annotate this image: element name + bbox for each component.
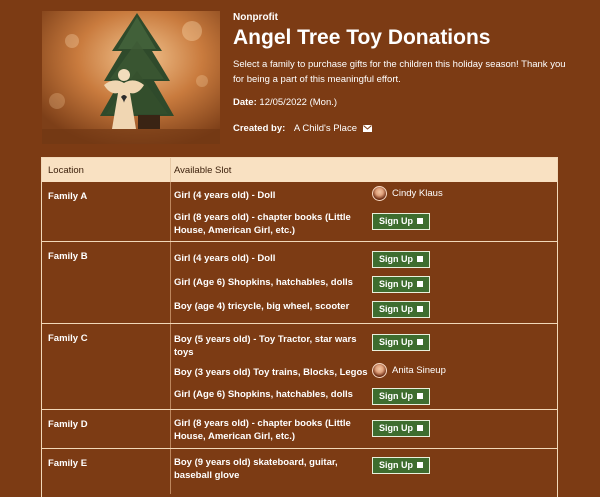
sign-up-button[interactable]: Sign Up xyxy=(372,251,430,268)
sign-up-button[interactable]: Sign Up xyxy=(372,388,430,405)
signup-table: Location Available Slot Family A Girl (4… xyxy=(41,157,558,497)
slot-description: Boy (3 years old) Toy trains, Blocks, Le… xyxy=(174,367,368,378)
sign-up-button[interactable]: Sign Up xyxy=(372,420,430,437)
date-value: 12/05/2022 (Mon.) xyxy=(259,97,338,108)
sign-up-button[interactable]: Sign Up xyxy=(372,334,430,351)
avatar xyxy=(372,363,387,378)
slot-taken-by: Anita Sineup xyxy=(372,363,446,378)
angel-tree-image xyxy=(42,11,220,144)
checkbox-icon xyxy=(417,393,423,399)
checkbox-icon xyxy=(417,218,423,224)
slot-description: Boy (5 years old) - Toy Tractor, star wa… xyxy=(174,334,357,358)
column-header-slot: Available Slot xyxy=(174,165,232,176)
page-description: Select a family to purchase gifts for th… xyxy=(233,59,566,85)
participant-name: Cindy Klaus xyxy=(392,188,443,199)
category-label: Nonprofit xyxy=(233,12,278,23)
sign-up-label: Sign Up xyxy=(379,279,413,289)
date-label: Date: xyxy=(233,97,257,108)
column-divider xyxy=(170,410,171,448)
sign-up-label: Sign Up xyxy=(379,216,413,226)
checkbox-icon xyxy=(417,256,423,262)
sign-up-button[interactable]: Sign Up xyxy=(372,457,430,474)
slot-description: Girl (4 years old) - Doll xyxy=(174,253,276,264)
checkbox-icon xyxy=(417,306,423,312)
column-header-location: Location xyxy=(48,165,84,176)
checkbox-icon xyxy=(417,281,423,287)
slot-description: Girl (Age 6) Shopkins, hatchables, dolls xyxy=(174,389,353,400)
column-divider xyxy=(170,449,171,494)
table-header: Location Available Slot xyxy=(42,158,557,182)
column-divider xyxy=(170,324,171,409)
slot-description: Boy (age 4) tricycle, big wheel, scooter xyxy=(174,301,350,312)
family-row-e: Family E Boy (9 years old) skateboard, g… xyxy=(42,449,557,494)
sign-up-label: Sign Up xyxy=(379,337,413,347)
family-row-a: Family A Girl (4 years old) - Doll Cindy… xyxy=(42,182,557,242)
sign-up-label: Sign Up xyxy=(379,391,413,401)
created-by-value: A Child's Place xyxy=(293,123,357,134)
checkbox-icon xyxy=(417,339,423,345)
slot-taken-by: Cindy Klaus xyxy=(372,186,443,201)
family-name: Family E xyxy=(48,458,88,469)
sign-up-label: Sign Up xyxy=(379,304,413,314)
slot-description: Girl (4 years old) - Doll xyxy=(174,190,276,201)
column-divider xyxy=(170,158,171,182)
slot-description: Girl (Age 6) Shopkins, hatchables, dolls xyxy=(174,277,353,288)
created-by-label: Created by: xyxy=(233,123,286,134)
column-divider xyxy=(170,182,171,241)
family-name: Family D xyxy=(48,419,88,430)
participant-name: Anita Sineup xyxy=(392,365,446,376)
envelope-icon[interactable] xyxy=(362,124,372,132)
hero-image xyxy=(42,11,220,144)
family-name: Family C xyxy=(48,333,88,344)
sign-up-label: Sign Up xyxy=(379,254,413,264)
sign-up-button[interactable]: Sign Up xyxy=(372,276,430,293)
creator-row: Created by: A Child's Place xyxy=(233,123,372,134)
date-row: Date: 12/05/2022 (Mon.) xyxy=(233,97,337,108)
family-row-d: Family D Girl (8 years old) - chapter bo… xyxy=(42,410,557,449)
sign-up-label: Sign Up xyxy=(379,423,413,433)
sign-up-label: Sign Up xyxy=(379,460,413,470)
checkbox-icon xyxy=(417,462,423,468)
family-name: Family B xyxy=(48,251,88,262)
checkbox-icon xyxy=(417,425,423,431)
slot-description: Girl (8 years old) - chapter books (Litt… xyxy=(174,418,351,442)
page-title: Angel Tree Toy Donations xyxy=(233,26,491,49)
family-name: Family A xyxy=(48,191,88,202)
slot-description: Boy (9 years old) skateboard, guitar, ba… xyxy=(174,457,338,481)
avatar xyxy=(372,186,387,201)
sign-up-button[interactable]: Sign Up xyxy=(372,213,430,230)
slot-description: Girl (8 years old) - chapter books (Litt… xyxy=(174,212,351,236)
sign-up-button[interactable]: Sign Up xyxy=(372,301,430,318)
column-divider xyxy=(170,242,171,323)
family-row-b: Family B Girl (4 years old) - Doll Sign … xyxy=(42,242,557,324)
family-row-c: Family C Boy (5 years old) - Toy Tractor… xyxy=(42,324,557,410)
